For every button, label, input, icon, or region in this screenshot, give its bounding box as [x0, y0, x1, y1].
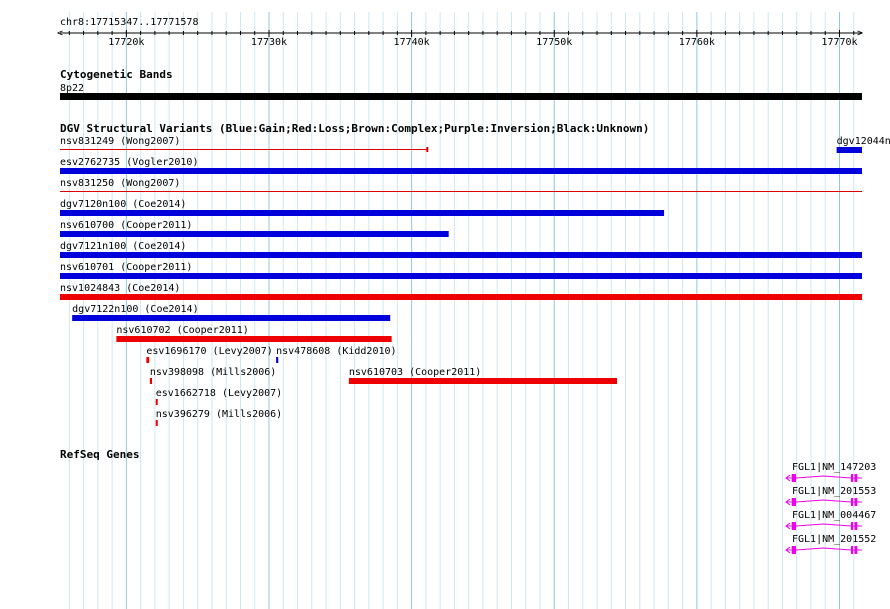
sv-feature-bar[interactable]: [155, 399, 158, 405]
sv-feature-label: esv1696170 (Levy2007): [146, 346, 272, 357]
sv-feature[interactable]: dgv7120n100 (Coe2014): [60, 199, 665, 216]
sv-feature-bar[interactable]: [60, 149, 428, 150]
sv-feature[interactable]: nsv610702 (Cooper2011): [116, 325, 392, 342]
gene-feature[interactable]: FGL1|NM_201552: [785, 534, 876, 554]
sv-feature[interactable]: esv2762735 (Vogler2010): [60, 157, 862, 174]
sv-feature-bar[interactable]: [116, 336, 392, 342]
gene-exon[interactable]: [791, 474, 796, 482]
sv-feature[interactable]: nsv831250 (Wong2007): [60, 178, 862, 192]
sv-feature[interactable]: dgv7121n100 (Coe2014): [60, 241, 862, 258]
refseq-track-title: RefSeq Genes: [60, 448, 139, 461]
sv-feature[interactable]: nsv396279 (Mills2006): [155, 409, 282, 426]
sv-feature-label: nsv831249 (Wong2007): [60, 136, 180, 147]
ruler-tick-label: 17760k: [679, 37, 715, 48]
gene-label: FGL1|NM_201553: [792, 486, 876, 497]
sv-feature-bar[interactable]: [60, 210, 665, 216]
gene-exon[interactable]: [854, 546, 858, 554]
sv-feature[interactable]: nsv478608 (Kidd2010): [276, 346, 397, 363]
sv-feature-label: nsv396279 (Mills2006): [156, 409, 282, 420]
sv-feature[interactable]: nsv1024843 (Coe2014): [60, 283, 862, 300]
sv-feature-label: dgv7121n100 (Coe2014): [60, 241, 186, 252]
sv-feature[interactable]: nsv610701 (Cooper2011): [60, 262, 862, 279]
cytogenetic-bands-title: Cytogenetic Bands: [60, 68, 173, 81]
dgv-features[interactable]: nsv831249 (Wong2007) dgv12044n100 (Coe201…: [60, 136, 890, 426]
sv-feature-label: dgv7120n100 (Coe2014): [60, 199, 186, 210]
sv-feature-bar[interactable]: [146, 357, 150, 363]
sv-feature-endcap: [426, 147, 429, 152]
sv-feature-bar[interactable]: [60, 294, 862, 300]
coordinate-ruler[interactable]: chr8:17715347..17771578 < > 17720k 17730k…: [57, 17, 863, 48]
gene-exon[interactable]: [850, 498, 854, 506]
sv-feature[interactable]: esv1696170 (Levy2007): [146, 346, 273, 363]
location-label: chr8:17715347..17771578: [60, 17, 198, 28]
gene-exon[interactable]: [791, 546, 796, 554]
gene-exon[interactable]: [854, 498, 858, 506]
gene-exon[interactable]: [854, 474, 858, 482]
gene-exon[interactable]: [850, 474, 854, 482]
ruler-right-arrow[interactable]: >: [857, 28, 863, 39]
sv-feature-bar[interactable]: [155, 420, 158, 426]
sv-feature-label: nsv831250 (Wong2007): [60, 178, 180, 189]
gene-label: FGL1|NM_147203: [792, 462, 876, 473]
sv-feature-label: nsv610703 (Cooper2011): [349, 367, 481, 378]
gene-intron-line: [795, 475, 851, 479]
gene-feature[interactable]: FGL1|NM_201553: [785, 486, 876, 506]
ruler-tick-label: 17720k: [108, 37, 144, 48]
ruler-tick-label: 17730k: [251, 37, 287, 48]
sv-feature[interactable]: esv1662718 (Levy2007): [155, 388, 282, 405]
ruler-tick-label: 17750k: [536, 37, 572, 48]
sv-feature-label: nsv1024843 (Coe2014): [60, 283, 180, 294]
sv-feature[interactable]: dgv12044n100 (Coe2014): [836, 136, 890, 153]
sv-feature-bar[interactable]: [60, 191, 862, 192]
cytoband-8p22[interactable]: [60, 93, 862, 100]
sv-feature-bar[interactable]: [348, 378, 617, 384]
gene-intron-line: [795, 547, 851, 551]
ruler-tick-label: 17740k: [394, 37, 430, 48]
sv-feature-label: esv1662718 (Levy2007): [156, 388, 282, 399]
sv-feature-bar[interactable]: [72, 315, 391, 321]
gene-label: FGL1|NM_201552: [792, 534, 876, 545]
sv-feature-bar[interactable]: [836, 147, 862, 153]
gene-intron-line: [795, 499, 851, 503]
cytoband-label: 8p22: [60, 83, 84, 94]
ruler-tick-label: 17770k: [821, 37, 857, 48]
ruler-left-arrow[interactable]: <: [57, 28, 63, 39]
sv-feature-bar[interactable]: [149, 378, 153, 384]
gene-feature[interactable]: FGL1|NM_004467: [785, 510, 876, 530]
dgv-track-title: DGV Structural Variants (Blue:Gain;Red:L…: [60, 122, 649, 135]
sv-feature-bar[interactable]: [60, 273, 862, 279]
sv-feature-bar[interactable]: [60, 168, 862, 174]
refseq-gene-features[interactable]: FGL1|NM_147203 FGL1|NM_201553 FGL1|NM_0044…: [785, 462, 876, 554]
sv-feature-label: dgv7122n100 (Coe2014): [72, 304, 198, 315]
sv-feature-bar[interactable]: [60, 231, 449, 237]
genome-browser-view[interactable]: chr8:17715347..17771578 < > 17720k 17730k…: [0, 0, 890, 609]
sv-feature-bar[interactable]: [276, 357, 279, 363]
sv-feature-label: nsv610700 (Cooper2011): [60, 220, 192, 231]
gene-feature[interactable]: FGL1|NM_147203: [785, 462, 876, 482]
sv-feature-label: nsv610701 (Cooper2011): [60, 262, 192, 273]
gene-intron-line: [795, 523, 851, 527]
dgv-structural-variants-track[interactable]: DGV Structural Variants (Blue:Gain;Red:L…: [60, 122, 890, 426]
sv-feature-label: dgv12044n100 (Coe2014): [837, 136, 890, 147]
cytogenetic-bands-track[interactable]: Cytogenetic Bands 8p22: [60, 68, 862, 100]
gene-exon[interactable]: [850, 522, 854, 530]
gene-exon[interactable]: [791, 522, 796, 530]
sv-feature[interactable]: dgv7122n100 (Coe2014): [72, 304, 391, 321]
gene-exon[interactable]: [854, 522, 858, 530]
sv-feature-label: nsv478608 (Kidd2010): [276, 346, 396, 357]
gene-exon[interactable]: [791, 498, 796, 506]
sv-feature[interactable]: nsv831249 (Wong2007): [60, 136, 429, 152]
gene-label: FGL1|NM_004467: [792, 510, 876, 521]
sv-feature-label: nsv610702 (Cooper2011): [116, 325, 248, 336]
sv-feature-bar[interactable]: [60, 252, 862, 258]
sv-feature-label: esv2762735 (Vogler2010): [60, 157, 198, 168]
sv-feature-label: nsv398098 (Mills2006): [150, 367, 276, 378]
gene-exon[interactable]: [850, 546, 854, 554]
